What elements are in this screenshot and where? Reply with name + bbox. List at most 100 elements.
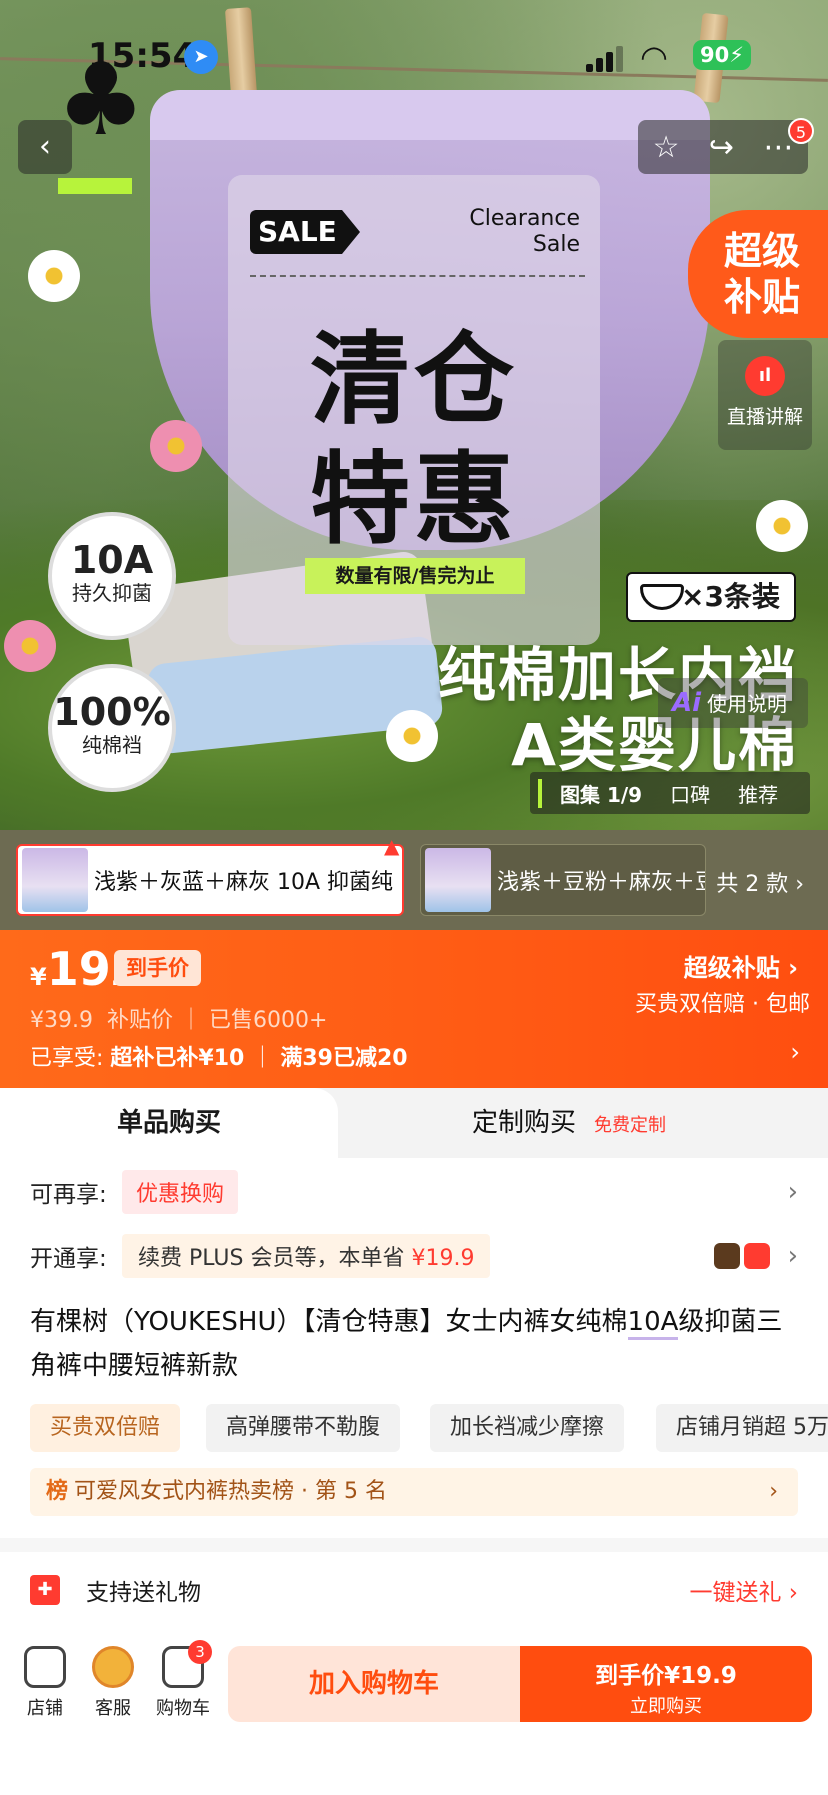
gallery-tabs: 图集 1/9 口碑 推荐 (530, 772, 810, 814)
overlay-watermark-text: 福利官 (296, 852, 363, 877)
feature-tag[interactable]: 高弹腰带不勒腹 (206, 1404, 401, 1452)
pack-text: ×3条装 (681, 580, 780, 613)
buy-now-button[interactable]: 到手价¥19.9 立即购买 (520, 1646, 812, 1722)
clearance-text: Clearance Sale (469, 206, 580, 258)
sold-count: 已售6000+ (209, 1008, 328, 1033)
pink-flower (4, 620, 56, 672)
gift-icon: ✚ (30, 1575, 60, 1605)
back-button[interactable]: ‹ (18, 120, 72, 174)
ranking-banner[interactable]: 榜可爱风女式内裤热卖榜 · 第 5 名 › (30, 1468, 798, 1516)
tab-reviews[interactable]: 口碑 (656, 779, 724, 808)
badge-value: 10A (70, 538, 154, 582)
header-actions: ☆ ↪ ⋯ (638, 120, 808, 174)
favorite-star-icon[interactable]: ☆ (653, 130, 680, 165)
clearance-line2: Sale (532, 232, 580, 257)
cotton-badge: 100% 纯棉裆 (48, 664, 176, 792)
bottom-action-bar: 店铺 客服 3 购物车 加入购物车 到手价¥19.9 立即购买 (0, 1630, 828, 1795)
fire-icon: ▲ (384, 834, 400, 858)
purchase-tabs: 单品购买 定制购买 免费定制 (0, 1088, 828, 1158)
product-page: SALE Clearance Sale 清仓 特惠 数量有限/售完为止 10A … (0, 0, 828, 1795)
pack-count-label: ×3条装 (626, 572, 796, 622)
cellular-signal-icon (586, 46, 623, 72)
chevron-right-icon[interactable]: › (790, 1038, 800, 1066)
ranking-icon: 榜 (46, 1479, 69, 1504)
location-arrow-icon: ➤ (184, 40, 218, 74)
super-subsidy-link[interactable]: 超级补贴 › (684, 948, 798, 983)
antibacterial-badge: 10A 持久抑菌 (48, 512, 176, 640)
share-icon[interactable]: ↪ (709, 130, 734, 165)
gift-row[interactable]: ✚ 支持送礼物 一键送礼 › (0, 1558, 828, 1622)
buy-now-label: 立即购买 (630, 1696, 702, 1717)
badge-label: 持久抑菌 (72, 581, 152, 605)
battery-icon: 90⚡ (693, 40, 751, 70)
tab-recommend[interactable]: 推荐 (724, 779, 792, 808)
logo-underline (58, 178, 132, 194)
badge-label: 纯棉裆 (82, 733, 142, 757)
store-label: 店铺 (27, 1698, 63, 1719)
underwear-icon (640, 584, 684, 610)
super-subsidy-badge[interactable]: 超级 补贴 (688, 210, 828, 338)
store-button[interactable]: 店铺 (10, 1646, 80, 1720)
chevron-right-icon: › (769, 1479, 778, 1504)
offer-row-label: 可再享: (30, 1182, 107, 1208)
variant-thumbnail (425, 848, 491, 912)
plus-offer-tag: 续费 PLUS 会员等，本单省 ¥19.9 (122, 1234, 491, 1278)
plus-membership-row[interactable]: 开通享: 续费 PLUS 会员等，本单省 ¥19.9 › (0, 1230, 828, 1282)
price-integer: 19 (46, 942, 111, 996)
dashed-divider (250, 275, 585, 277)
feature-tag[interactable]: 加长裆减少摩擦 (430, 1404, 625, 1452)
ai-label: 使用说明 (707, 692, 788, 716)
plus-row-label: 开通享: (30, 1246, 107, 1272)
chevron-right-icon: › (787, 1177, 798, 1207)
variant-count[interactable]: 共 2 款 › (716, 866, 804, 898)
product-title: 有棵树（YOUKESHU）【清仓特惠】女士内裤女纯棉10A级抑菌三角裤中腰短裤新… (30, 1300, 802, 1388)
custom-purchase-label: 定制购买 (472, 1108, 577, 1138)
wifi-icon: ◠ (640, 38, 668, 76)
variant-strip: 浅紫＋灰蓝＋麻灰 10A 抑菌纯 浅紫＋豆粉＋麻灰＋豆 共 2 款 › (0, 830, 828, 930)
subsidy-discount: 超补已补¥10 (110, 1046, 245, 1071)
tab-gallery[interactable]: 图集 1/9 (538, 778, 656, 808)
variant-option[interactable]: 浅紫＋豆粉＋麻灰＋豆 (420, 844, 706, 916)
tab-single-purchase[interactable]: 单品购买 (0, 1088, 338, 1158)
daisy-flower (28, 250, 80, 302)
gift-label: 支持送礼物 (86, 1580, 201, 1606)
cart-label: 购物车 (156, 1698, 210, 1719)
limited-banner: 数量有限/售完为止 (305, 558, 525, 594)
service-label: 客服 (95, 1698, 131, 1719)
cart-button[interactable]: 3 购物车 (148, 1640, 218, 1720)
subsidy-price-label: 补贴价 (106, 1008, 173, 1033)
battery-level: 90 (700, 43, 730, 67)
exchange-offer-row[interactable]: 可再享: 优惠换购 › (0, 1166, 828, 1218)
variant-label: 浅紫＋豆粉＋麻灰＋豆 (497, 870, 706, 895)
tab-custom-purchase[interactable]: 定制购买 免费定制 (472, 1088, 666, 1158)
title-highlight: 10A (627, 1307, 679, 1340)
sale-tag: SALE (250, 210, 360, 254)
live-explain-button[interactable]: ıl 直播讲解 (718, 340, 812, 450)
ai-icon: Ai (672, 688, 702, 718)
customer-service-button[interactable]: 客服 (78, 1646, 148, 1720)
add-to-cart-button[interactable]: 加入购物车 (228, 1646, 520, 1722)
subsidy-line1: 超级 (724, 229, 801, 273)
feature-tag[interactable]: 店铺月销超 5万 (656, 1404, 828, 1452)
badge-value: 100% (53, 690, 171, 734)
ai-instructions-button[interactable]: Ai 使用说明 (658, 678, 808, 728)
original-price: ¥39.9 (30, 1008, 93, 1033)
variant-thumbnail (22, 848, 88, 912)
subsidy-line2: 补贴 (724, 275, 801, 319)
chevron-right-icon: › (787, 1241, 798, 1271)
store-icon (24, 1646, 66, 1688)
free-custom-tag: 免费定制 (594, 1115, 667, 1136)
price-banner[interactable]: ¥19.9 到手价 ¥39.9 补贴价 ｜ 已售6000+ 已享受: 超补已补¥… (0, 930, 828, 1088)
send-gift-link[interactable]: 一键送礼 › (689, 1573, 798, 1607)
enjoyed-discounts: 已享受: 超补已补¥10 ｜ 满39已减20 (30, 1046, 408, 1071)
guarantee-text: 买贵双倍赔 · 包邮 (635, 992, 810, 1017)
enjoyed-label: 已享受: (30, 1046, 104, 1071)
final-price-tag: 到手价 (114, 950, 201, 986)
section-divider (0, 1538, 828, 1552)
notification-badge: 5 (788, 118, 814, 144)
plus-offer-text: 续费 PLUS 会员等，本单省 (138, 1246, 405, 1271)
original-price-line: ¥39.9 补贴价 ｜ 已售6000+ (30, 1008, 328, 1033)
clearance-line1: Clearance (469, 206, 580, 231)
feature-tag[interactable]: 买贵双倍赔 (30, 1404, 181, 1452)
chevron-left-icon: ‹ (39, 129, 51, 164)
